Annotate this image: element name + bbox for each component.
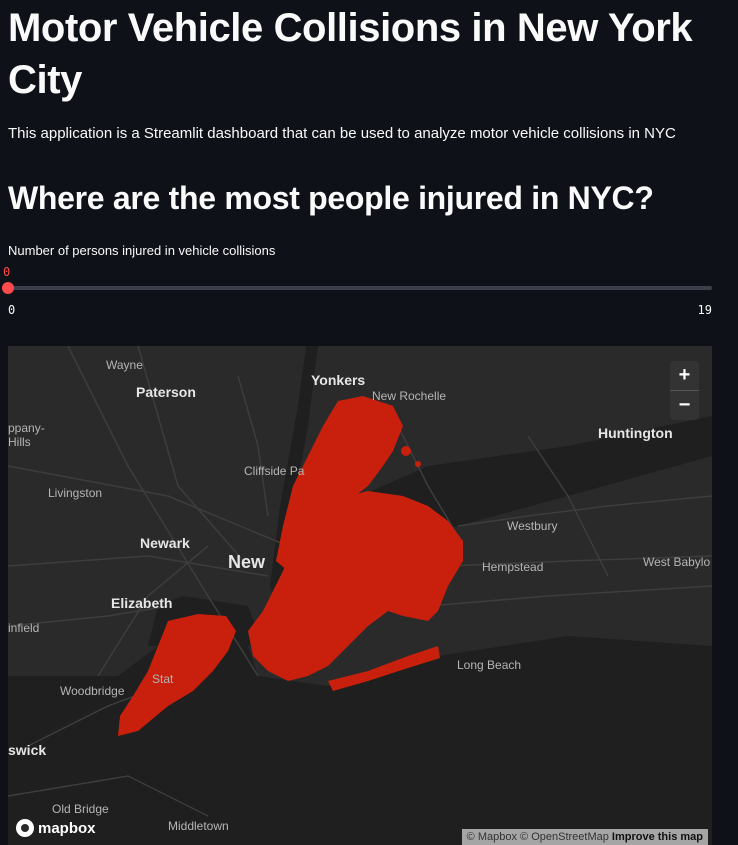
place-label: Cliffside Pa	[244, 464, 305, 478]
improve-map-link[interactable]: Improve this map	[612, 831, 703, 843]
place-label: Long Beach	[457, 658, 522, 672]
place-label: Livingston	[48, 486, 103, 500]
place-label: swick	[8, 742, 47, 758]
place-label: West Babylo	[643, 555, 711, 569]
slider-min-label: 0	[8, 303, 16, 317]
slider-thumb[interactable]	[2, 282, 14, 294]
map-water	[8, 636, 712, 845]
place-label: infield	[8, 621, 40, 635]
mapbox-logo-icon	[16, 819, 34, 837]
place-label: Newark	[140, 535, 190, 551]
slider-max-label: 19	[697, 303, 712, 317]
place-label: Paterson	[136, 384, 196, 400]
place-label: ppany- Hills	[8, 421, 45, 449]
place-label: New Rochelle	[372, 389, 447, 403]
attribution-osm-link[interactable]: © OpenStreetMap	[520, 831, 609, 843]
place-label: Old Bridge	[52, 802, 109, 816]
place-label: Yonkers	[311, 372, 366, 388]
attribution-mapbox-link[interactable]: © Mapbox	[467, 831, 517, 843]
collision-map[interactable]: Wayne Paterson Yonkers New Rochelle Hunt…	[8, 346, 712, 845]
zoom-out-button[interactable]: −	[670, 391, 699, 420]
slider-label: Number of persons injured in vehicle col…	[8, 243, 276, 258]
place-label: Woodbridge	[60, 684, 125, 698]
slider-current-value: 0	[3, 265, 11, 279]
place-label: Middletown	[168, 819, 229, 833]
map-zoom-controls: + −	[670, 361, 699, 420]
slider-track[interactable]	[8, 286, 712, 290]
intro-text: This application is a Streamlit dashboar…	[8, 125, 676, 142]
section-header: Where are the most people injured in NYC…	[8, 180, 654, 216]
place-label: Wayne	[106, 358, 143, 372]
place-label: Westbury	[507, 519, 558, 533]
streamlit-app: Motor Vehicle Collisions in New York Cit…	[0, 0, 738, 845]
page-title: Motor Vehicle Collisions in New York Cit…	[8, 6, 693, 102]
zoom-in-button[interactable]: +	[670, 361, 699, 390]
map-attribution: © Mapbox © OpenStreetMap Improve this ma…	[461, 829, 708, 845]
place-label: Huntington	[598, 425, 673, 441]
mapbox-logo-text: mapbox	[38, 819, 96, 837]
place-label: Elizabeth	[111, 595, 173, 611]
place-label: New	[228, 552, 266, 572]
place-label: Hempstead	[482, 560, 544, 574]
mapbox-logo[interactable]: mapbox	[16, 819, 96, 837]
place-label: Stat	[152, 672, 174, 686]
